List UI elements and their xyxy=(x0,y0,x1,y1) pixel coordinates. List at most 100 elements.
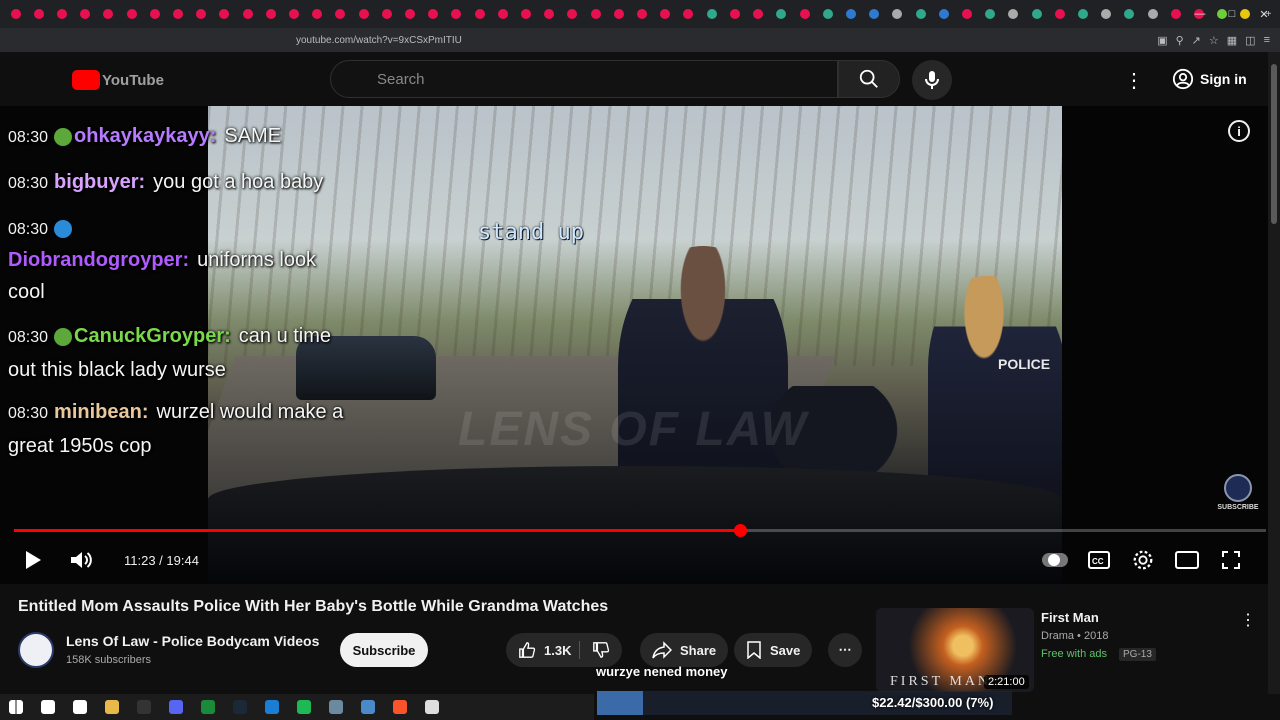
taskbar-task-view-icon[interactable] xyxy=(64,694,96,720)
captions-button[interactable]: CC xyxy=(1086,547,1112,573)
browser-tab[interactable] xyxy=(329,3,352,25)
browser-tab[interactable] xyxy=(1025,3,1048,25)
minimize-icon[interactable]: — xyxy=(1184,0,1216,28)
video-player[interactable]: POLICE LENS OF LAW stand up i SUBSCRIBE … xyxy=(0,106,1280,584)
browser-tab[interactable] xyxy=(770,3,793,25)
page-scrollbar[interactable] xyxy=(1268,52,1280,694)
browser-tab[interactable] xyxy=(793,3,816,25)
taskbar-steam-icon[interactable] xyxy=(224,694,256,720)
browser-tab[interactable] xyxy=(932,3,955,25)
taskbar-edge-icon[interactable] xyxy=(256,694,288,720)
recommended-menu-icon[interactable]: ⋮ xyxy=(1240,610,1256,630)
taskbar-windows-start-icon[interactable] xyxy=(0,694,32,720)
browser-tab[interactable] xyxy=(398,3,421,25)
browser-tab[interactable] xyxy=(514,3,537,25)
scrollbar-thumb[interactable] xyxy=(1271,64,1277,224)
browser-tab[interactable] xyxy=(190,3,213,25)
browser-tab[interactable] xyxy=(1048,3,1071,25)
close-icon[interactable]: ✕ xyxy=(1248,0,1280,28)
browser-tab[interactable] xyxy=(97,3,120,25)
save-button[interactable]: Save xyxy=(734,633,813,667)
settings-menu-icon[interactable]: ⋮ xyxy=(1124,68,1144,93)
share-icon[interactable]: ↗ xyxy=(1192,34,1201,47)
sign-in-button[interactable]: Sign in xyxy=(1160,61,1259,97)
search-button[interactable] xyxy=(838,60,900,98)
browser-tab[interactable] xyxy=(979,3,1002,25)
taskbar-file-explorer-icon[interactable] xyxy=(96,694,128,720)
menu-icon[interactable]: ≡ xyxy=(1264,34,1270,47)
browser-tab[interactable] xyxy=(445,3,468,25)
address-bar[interactable]: youtube.com/watch?v=9xCSxPmITIU ▣ ⚲ ↗ ☆ … xyxy=(0,28,1280,52)
browser-tab[interactable] xyxy=(700,3,723,25)
subscribe-watermark[interactable]: SUBSCRIBE xyxy=(1216,474,1260,511)
browser-tab[interactable] xyxy=(1118,3,1141,25)
puzzle-icon[interactable]: ▦ xyxy=(1227,34,1237,47)
channel-name[interactable]: Lens Of Law - Police Bodycam Videos xyxy=(66,633,319,649)
browser-tab[interactable] xyxy=(747,3,770,25)
browser-tab[interactable] xyxy=(1141,3,1164,25)
autoplay-toggle[interactable] xyxy=(1042,547,1068,573)
dislike-button[interactable] xyxy=(579,641,610,659)
browser-tab[interactable] xyxy=(27,3,50,25)
browser-tab[interactable] xyxy=(213,3,236,25)
browser-tab[interactable] xyxy=(1095,3,1118,25)
browser-tab[interactable] xyxy=(654,3,677,25)
extension-icon[interactable]: ▣ xyxy=(1157,34,1167,47)
browser-tab[interactable] xyxy=(4,3,27,25)
browser-tab[interactable] xyxy=(259,3,282,25)
browser-tab[interactable] xyxy=(909,3,932,25)
browser-tab[interactable] xyxy=(120,3,143,25)
browser-tab[interactable] xyxy=(375,3,398,25)
play-button[interactable] xyxy=(20,547,46,573)
voice-search-button[interactable] xyxy=(912,60,952,100)
browser-tab[interactable] xyxy=(677,3,700,25)
progress-scrubber[interactable] xyxy=(734,524,747,537)
browser-tab[interactable] xyxy=(143,3,166,25)
settings-button[interactable] xyxy=(1130,547,1156,573)
browser-tab[interactable] xyxy=(1071,3,1094,25)
taskbar-spotify-icon[interactable] xyxy=(288,694,320,720)
browser-tab[interactable] xyxy=(491,3,514,25)
browser-tab[interactable] xyxy=(630,3,653,25)
subscribe-button[interactable]: Subscribe xyxy=(340,633,428,667)
browser-tab[interactable] xyxy=(561,3,584,25)
like-button[interactable]: 1.3K xyxy=(518,641,571,659)
maximize-icon[interactable]: □ xyxy=(1216,0,1248,28)
browser-tab[interactable] xyxy=(955,3,978,25)
taskbar-obs-icon[interactable] xyxy=(128,694,160,720)
search-input[interactable]: Search xyxy=(330,60,838,98)
taskbar-search-icon[interactable] xyxy=(32,694,64,720)
browser-tab[interactable] xyxy=(607,3,630,25)
url-text[interactable]: youtube.com/watch?v=9xCSxPmITIU xyxy=(296,35,462,46)
taskbar-app-icon[interactable] xyxy=(320,694,352,720)
zoom-icon[interactable]: ⚲ xyxy=(1176,34,1184,47)
taskbar-discord-icon[interactable] xyxy=(160,694,192,720)
share-button[interactable]: Share xyxy=(640,633,729,667)
taskbar-app2-icon[interactable] xyxy=(352,694,384,720)
recommended-title[interactable]: First Man xyxy=(1041,610,1099,625)
browser-tab[interactable] xyxy=(723,3,746,25)
browser-tab[interactable] xyxy=(282,3,305,25)
star-icon[interactable]: ☆ xyxy=(1209,34,1219,47)
browser-tab[interactable] xyxy=(166,3,189,25)
browser-tab[interactable] xyxy=(74,3,97,25)
browser-tab[interactable] xyxy=(468,3,491,25)
browser-tab[interactable] xyxy=(538,3,561,25)
volume-button[interactable] xyxy=(68,547,94,573)
browser-tab[interactable] xyxy=(839,3,862,25)
browser-tab[interactable] xyxy=(352,3,375,25)
taskbar-app3-icon[interactable] xyxy=(416,694,448,720)
browser-tab[interactable] xyxy=(236,3,259,25)
browser-tab[interactable] xyxy=(863,3,886,25)
browser-tab[interactable] xyxy=(886,3,909,25)
info-icon[interactable]: i xyxy=(1228,120,1250,142)
browser-tab[interactable] xyxy=(584,3,607,25)
browser-tab[interactable] xyxy=(50,3,73,25)
taskbar-chrome-icon[interactable] xyxy=(192,694,224,720)
channel-avatar[interactable] xyxy=(18,632,54,668)
taskbar-brave-icon[interactable] xyxy=(384,694,416,720)
fullscreen-button[interactable] xyxy=(1218,547,1244,573)
browser-tab[interactable] xyxy=(422,3,445,25)
theater-mode-button[interactable] xyxy=(1174,547,1200,573)
youtube-logo-text[interactable]: YouTube xyxy=(102,72,164,89)
